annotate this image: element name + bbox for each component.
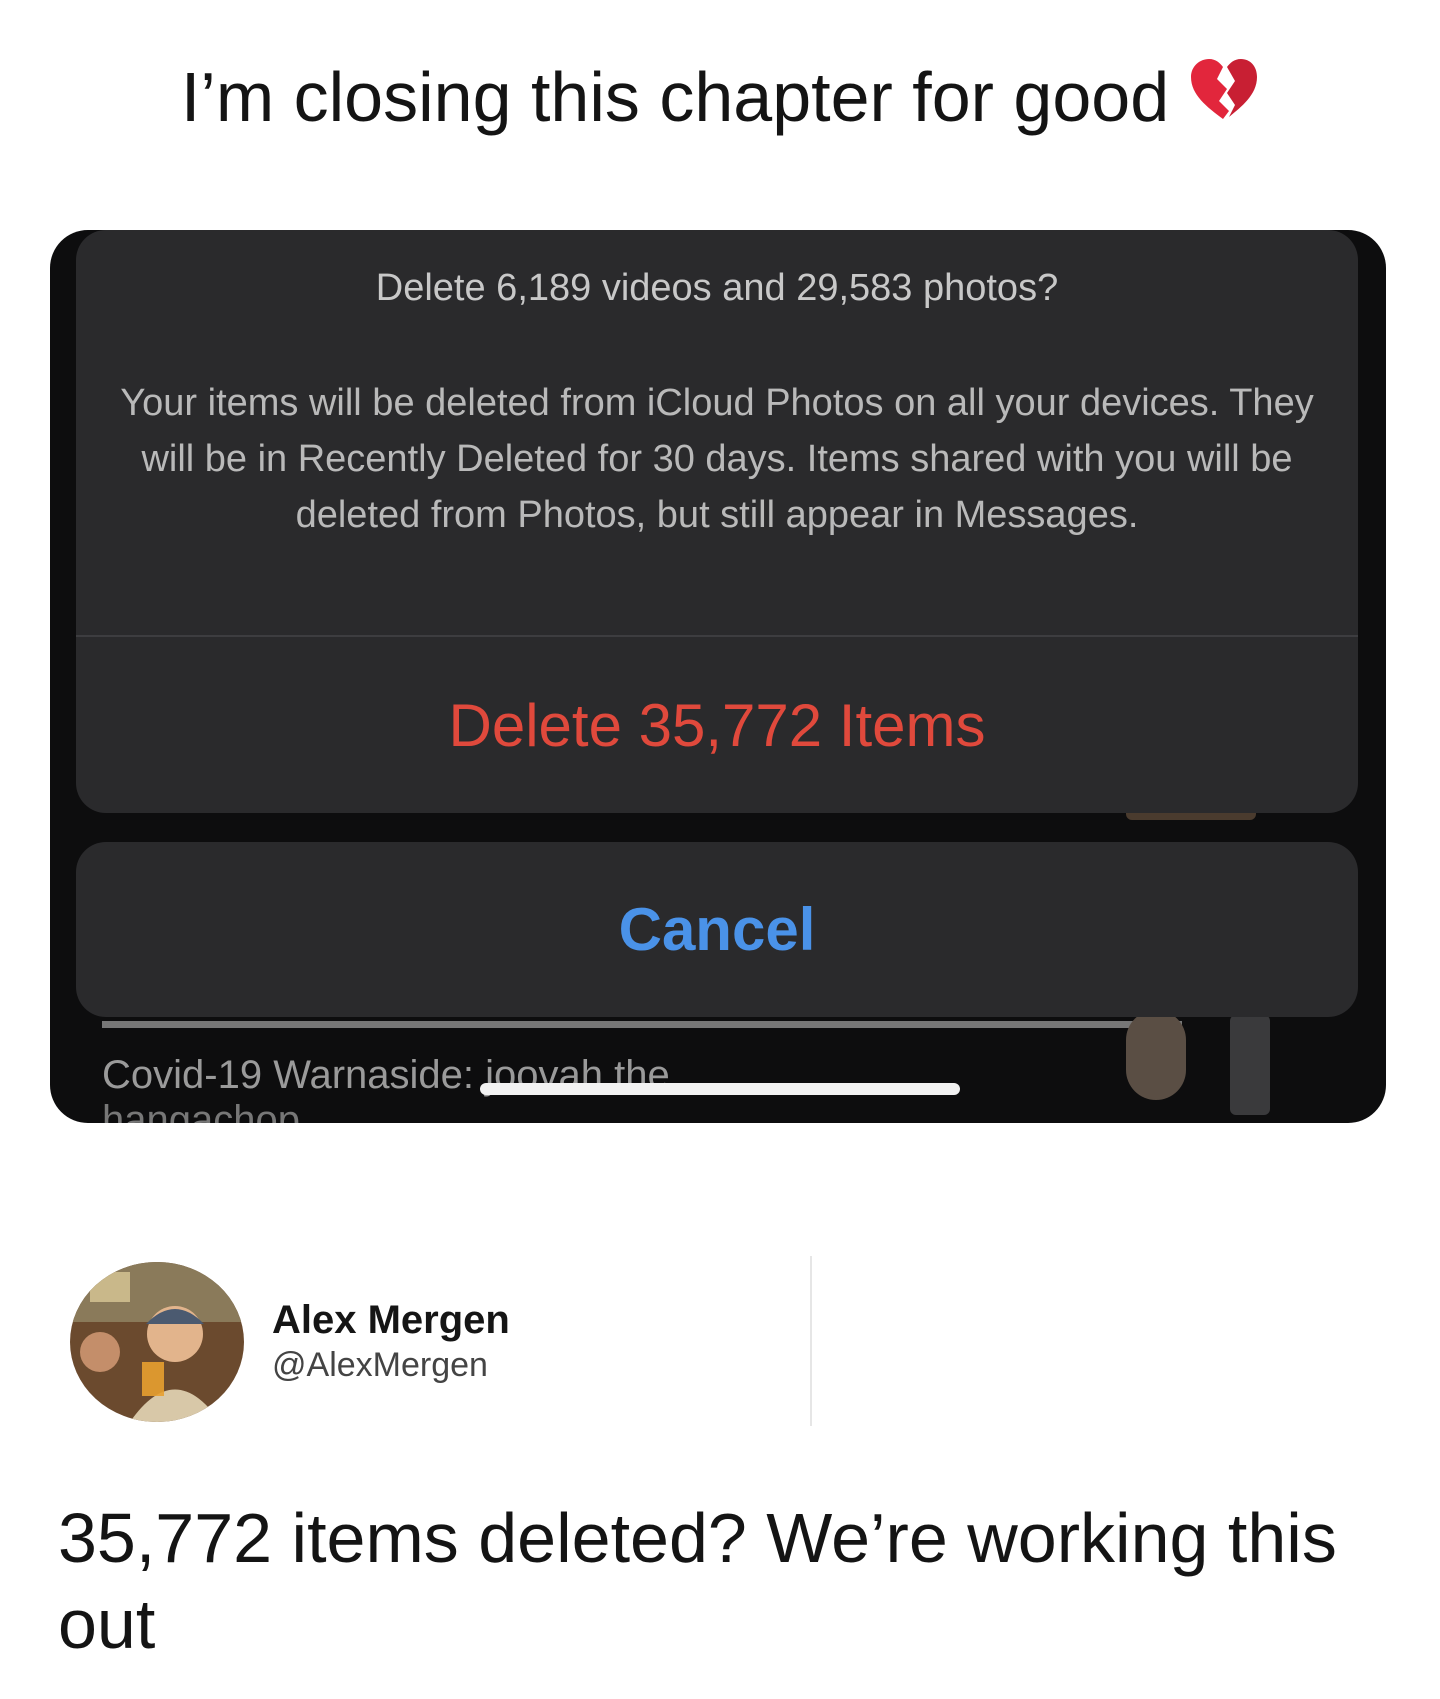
dialog-title: Delete 6,189 videos and 29,583 photos? [375, 267, 1059, 309]
background-thumbnail [1126, 1010, 1186, 1100]
post-caption: 35,772 items deleted? We’re working this… [58, 1499, 1337, 1663]
cancel-sheet: Cancel [76, 842, 1358, 1017]
dialog-message: Your items will be deleted from iCloud P… [120, 382, 1314, 536]
phone-screenshot: ▬▬▬▬▬▬▬▬▬▬▬▬▬▬▬▬▬▬▬▬▬▬▬▬▬▬▬ Covid-19 War… [50, 230, 1386, 1123]
background-thumbnail [1230, 1015, 1270, 1115]
post-title-text: I’m closing this chapter for good [180, 58, 1170, 136]
delete-confirmation-sheet: Delete 6,189 videos and 29,583 photos? Y… [76, 230, 1358, 813]
post-title: I’m closing this chapter for good [0, 55, 1440, 143]
cancel-button[interactable]: Cancel [76, 842, 1358, 1017]
broken-heart-icon [1187, 55, 1259, 143]
home-indicator[interactable] [480, 1083, 960, 1095]
user-handle[interactable]: @AlexMergen [272, 1346, 488, 1385]
delete-items-button[interactable]: Delete 35,772 Items [76, 637, 1358, 813]
user-name[interactable]: Alex Mergen [272, 1298, 510, 1343]
avatar[interactable] [70, 1262, 244, 1422]
background-news-line-2: hangachop [102, 1098, 300, 1123]
divider [810, 1256, 812, 1426]
